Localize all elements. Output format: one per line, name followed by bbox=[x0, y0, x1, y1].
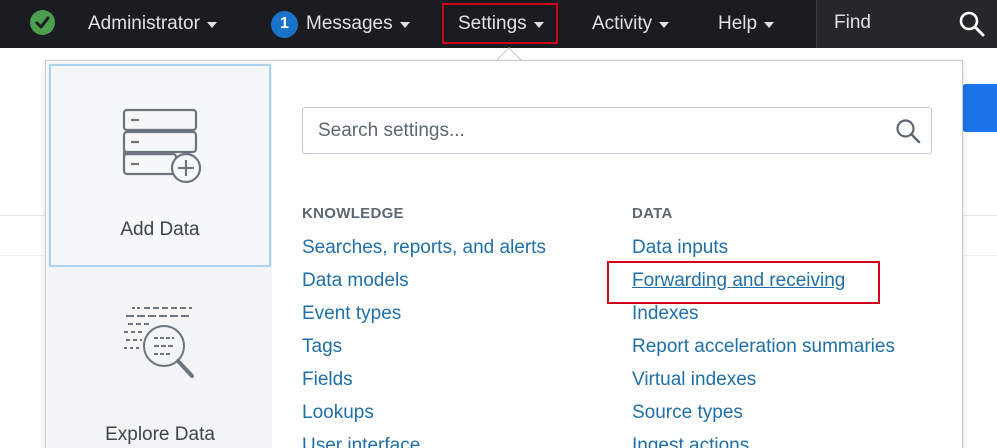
nav-administrator-menu[interactable]: Administrator bbox=[88, 0, 217, 48]
caret-down-icon bbox=[764, 22, 775, 28]
explore-data-tile[interactable]: Explore Data bbox=[49, 270, 271, 448]
link-indexes[interactable]: Indexes bbox=[632, 303, 699, 325]
caret-down-icon bbox=[659, 22, 670, 28]
check-circle-icon[interactable] bbox=[30, 10, 55, 35]
link-source-types[interactable]: Source types bbox=[632, 402, 743, 424]
data-heading: DATA bbox=[632, 205, 673, 222]
caret-down-icon bbox=[399, 22, 410, 28]
forwarding-highlight-box bbox=[607, 261, 880, 304]
settings-search-input[interactable]: Search settings... bbox=[302, 107, 932, 154]
nav-messages-menu[interactable]: 1 Messages bbox=[271, 0, 410, 48]
dropdown-tile-column: Add Data Explore Data bbox=[47, 62, 272, 448]
search-icon[interactable] bbox=[895, 118, 921, 144]
settings-highlight-box bbox=[442, 3, 558, 44]
explore-data-icon bbox=[49, 300, 271, 390]
link-user-interface[interactable]: User interface bbox=[302, 435, 420, 448]
explore-data-label: Explore Data bbox=[105, 424, 215, 445]
link-virtual-indexes[interactable]: Virtual indexes bbox=[632, 369, 756, 391]
add-data-label: Add Data bbox=[120, 219, 200, 240]
link-tags[interactable]: Tags bbox=[302, 336, 342, 358]
nav-activity-menu[interactable]: Activity bbox=[592, 0, 670, 48]
add-data-tile[interactable]: Add Data bbox=[49, 64, 271, 267]
nav-help-label: Help bbox=[718, 13, 758, 34]
link-ingest-actions[interactable]: Ingest actions bbox=[632, 435, 749, 448]
background-primary-button[interactable] bbox=[962, 84, 997, 132]
link-data-inputs[interactable]: Data inputs bbox=[632, 237, 728, 259]
link-fields[interactable]: Fields bbox=[302, 369, 353, 391]
nav-administrator-label: Administrator bbox=[88, 13, 200, 34]
nav-messages-label: Messages bbox=[306, 13, 393, 34]
add-data-icon bbox=[51, 106, 269, 186]
find-input[interactable]: Find bbox=[816, 0, 997, 48]
knowledge-heading: KNOWLEDGE bbox=[302, 205, 404, 222]
link-searches-reports-alerts[interactable]: Searches, reports, and alerts bbox=[302, 237, 546, 259]
search-icon[interactable] bbox=[958, 10, 986, 38]
top-navigation-bar: Administrator 1 Messages Settings Activi… bbox=[0, 0, 997, 48]
link-event-types[interactable]: Event types bbox=[302, 303, 401, 325]
settings-search-placeholder: Search settings... bbox=[318, 120, 465, 141]
settings-dropdown-panel: Add Data Explore Data Search settings...… bbox=[45, 60, 963, 448]
find-label: Find bbox=[834, 12, 871, 33]
messages-count-badge: 1 bbox=[271, 10, 298, 38]
nav-help-menu[interactable]: Help bbox=[718, 0, 775, 48]
link-report-acceleration-summaries[interactable]: Report acceleration summaries bbox=[632, 336, 895, 358]
nav-activity-label: Activity bbox=[592, 13, 653, 34]
caret-down-icon bbox=[206, 22, 217, 28]
link-data-models[interactable]: Data models bbox=[302, 270, 409, 292]
link-lookups[interactable]: Lookups bbox=[302, 402, 374, 424]
